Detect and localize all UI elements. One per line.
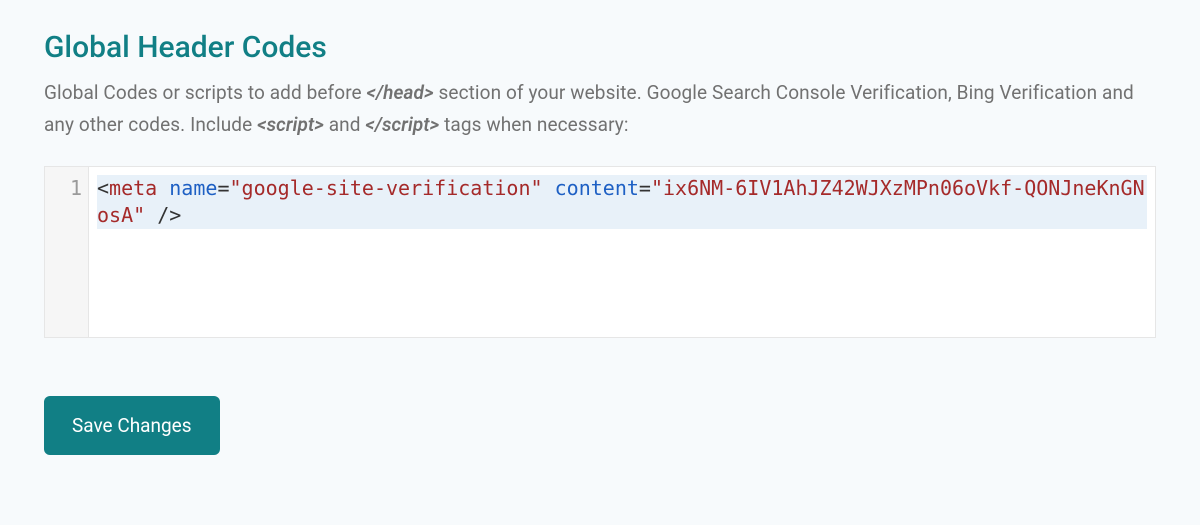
section-description: Global Codes or scripts to add before </… (44, 77, 1156, 142)
inline-code-script-close: </script> (365, 113, 439, 136)
code-line: <meta name="google-site-verification" co… (97, 175, 1147, 229)
token-string: "google-site-verification" (229, 176, 542, 200)
token-space (543, 176, 555, 200)
inline-code-script-open: <script> (257, 113, 324, 136)
desc-text: tags when necessary: (439, 113, 628, 136)
desc-text: Global Codes or scripts to add before (44, 81, 367, 104)
code-gutter: 1 (45, 167, 89, 337)
desc-text: and (324, 113, 365, 136)
section-heading: Global Header Codes (44, 30, 1156, 65)
line-number: 1 (45, 175, 82, 202)
token-tag: meta (109, 176, 157, 200)
token-space (145, 203, 157, 227)
token-space (157, 176, 169, 200)
token-bracket: < (97, 176, 109, 200)
token-attr: name (169, 176, 217, 200)
token-attr: content (555, 176, 639, 200)
token-eq: = (639, 176, 651, 200)
token-eq: = (217, 176, 229, 200)
save-button[interactable]: Save Changes (44, 396, 220, 455)
code-editor[interactable]: 1 <meta name="google-site-verification" … (44, 166, 1156, 338)
inline-code-head: </head> (367, 81, 434, 104)
token-bracket: /> (157, 203, 181, 227)
code-area[interactable]: <meta name="google-site-verification" co… (89, 167, 1155, 337)
